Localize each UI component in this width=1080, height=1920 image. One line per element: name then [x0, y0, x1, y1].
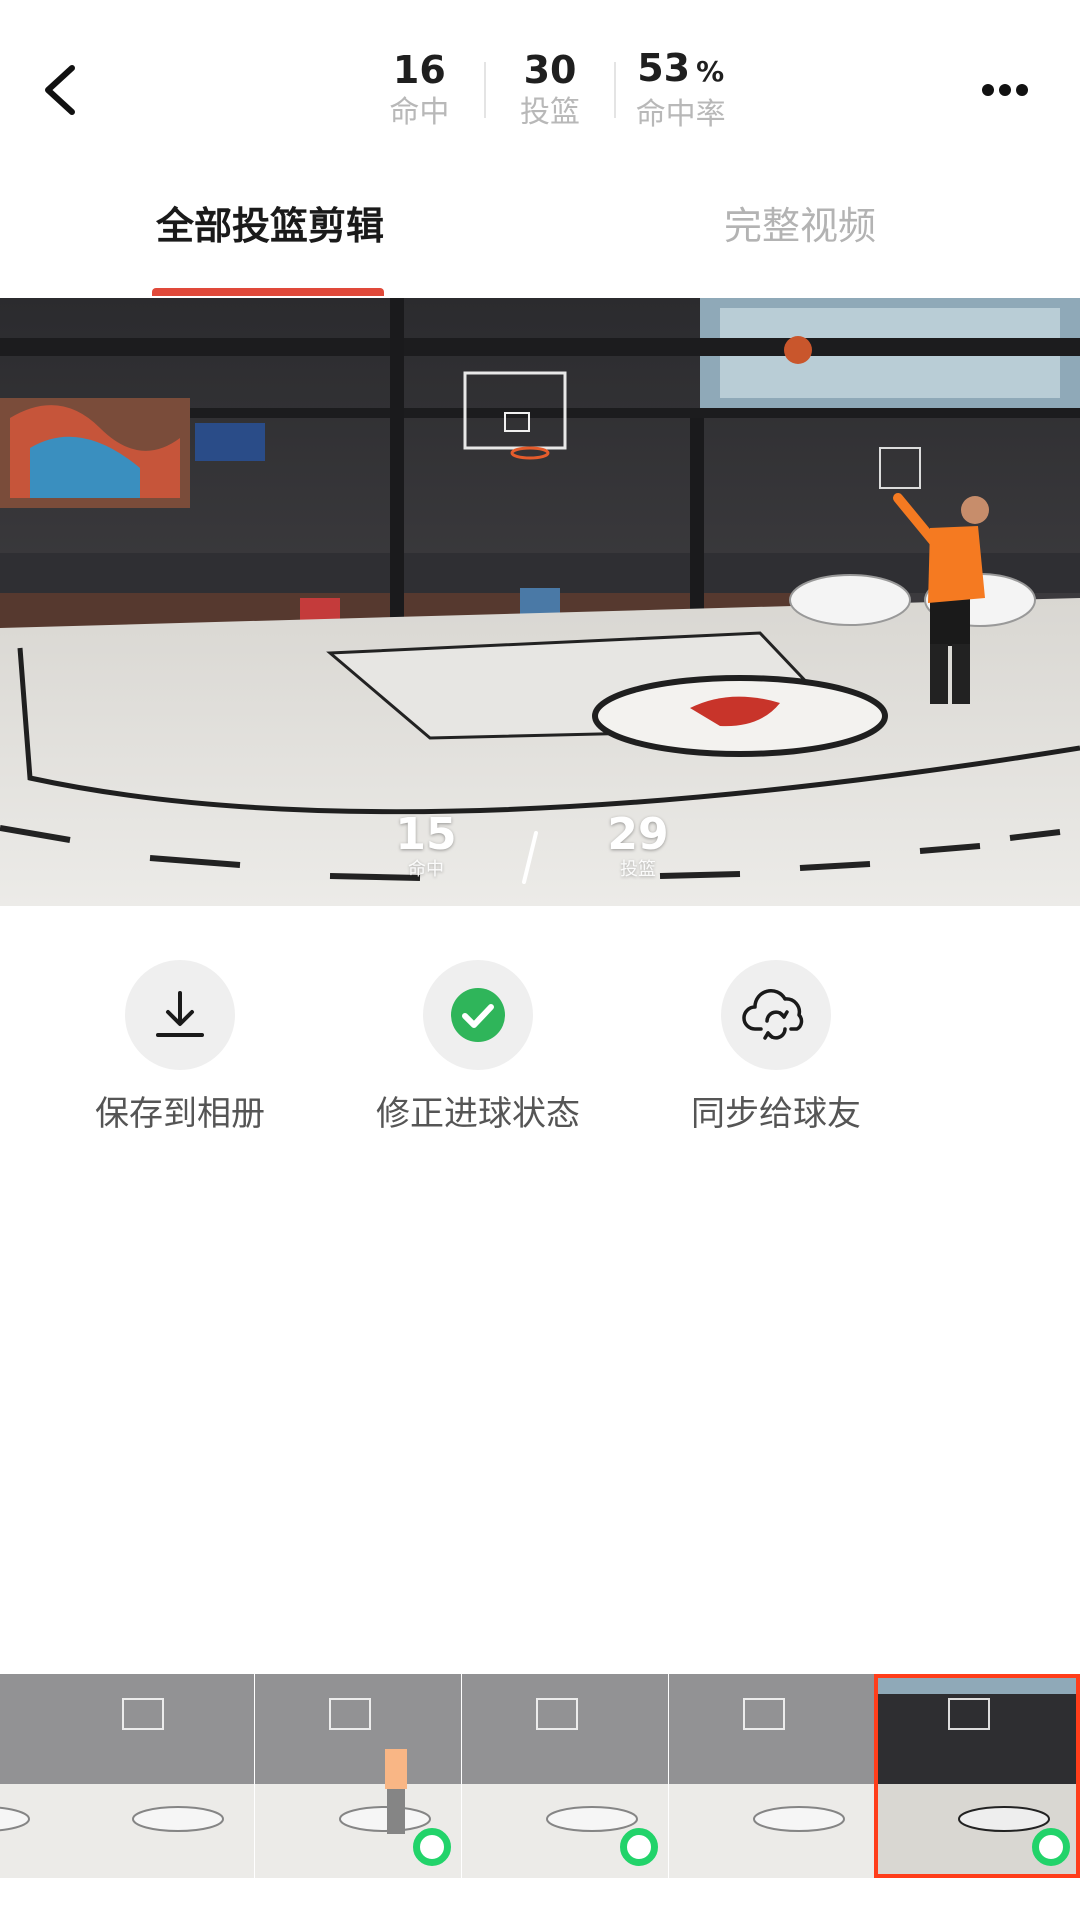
video-player[interactable] [0, 298, 1080, 906]
stat-made-label: 命中 [389, 95, 450, 130]
score-slash-icon [522, 831, 538, 884]
video-attempts-overlay: 29 投篮 [578, 810, 698, 880]
cloud-sync-icon [742, 989, 804, 1040]
correct-shot-status-label: 修正进球状态 [376, 1094, 580, 1134]
sync-to-friends-circle [721, 960, 831, 1070]
stat-percentage-value: 53 [637, 46, 691, 90]
stat-percentage-unit: % [696, 55, 725, 88]
download-icon [156, 991, 204, 1037]
made-shot-indicator [413, 1828, 451, 1866]
court-video-frame [0, 298, 1080, 906]
clip-thumbnail[interactable] [669, 1674, 875, 1878]
made-shot-indicator [1032, 1828, 1070, 1866]
correct-shot-status-circle [423, 960, 533, 1070]
video-made-label: 命中 [408, 859, 444, 880]
clip-thumbnail-image [669, 1674, 875, 1878]
more-button[interactable] [970, 60, 1040, 120]
correct-shot-status-button[interactable]: 修正进球状态 [353, 960, 603, 1136]
stat-made: 16 命中 [355, 47, 484, 133]
check-circle-icon [451, 988, 505, 1042]
video-attempts-count: 29 [607, 809, 669, 860]
tab-all-shot-clips[interactable]: 全部投篮剪辑 [150, 202, 390, 250]
stat-percentage-label: 命中率 [635, 97, 726, 132]
stat-attempts-value: 30 [523, 48, 577, 92]
save-to-album-label: 保存到相册 [95, 1094, 265, 1134]
clip-thumbnail-strip[interactable] [0, 1674, 1080, 1878]
save-to-album-button[interactable]: 保存到相册 [55, 960, 305, 1136]
stat-percentage: 53% 命中率 [616, 45, 745, 135]
video-made-overlay: 15 命中 [366, 810, 486, 880]
video-made-count: 15 [395, 809, 457, 860]
clip-thumbnail[interactable] [48, 1674, 254, 1878]
stats-summary: 16 命中 30 投篮 53% 命中率 [355, 40, 745, 140]
sync-to-friends-button[interactable]: 同步给球友 [651, 960, 901, 1136]
made-shot-indicator [620, 1828, 658, 1866]
tab-full-video[interactable]: 完整视频 [680, 202, 920, 250]
video-attempts-label: 投篮 [620, 859, 656, 880]
clip-thumbnail-image [48, 1674, 254, 1878]
chevron-left-icon [45, 65, 75, 115]
back-button[interactable] [30, 50, 90, 130]
stat-made-value: 16 [392, 48, 446, 92]
stat-attempts-label: 投篮 [520, 95, 581, 130]
header-bar: 16 命中 30 投篮 53% 命中率 [0, 0, 1080, 150]
clip-thumbnail-selected[interactable] [874, 1674, 1080, 1878]
tab-bar: 全部投篮剪辑 完整视频 [0, 180, 1080, 296]
active-tab-indicator [152, 288, 384, 296]
stat-attempts: 30 投篮 [486, 47, 615, 133]
clip-thumbnail-image [0, 1674, 50, 1878]
more-horizontal-icon [982, 84, 1028, 96]
clip-thumbnail[interactable] [462, 1674, 668, 1878]
sync-to-friends-label: 同步给球友 [691, 1094, 861, 1134]
clip-thumbnail[interactable] [0, 1674, 50, 1878]
save-to-album-circle [125, 960, 235, 1070]
clip-thumbnail[interactable] [255, 1674, 461, 1878]
